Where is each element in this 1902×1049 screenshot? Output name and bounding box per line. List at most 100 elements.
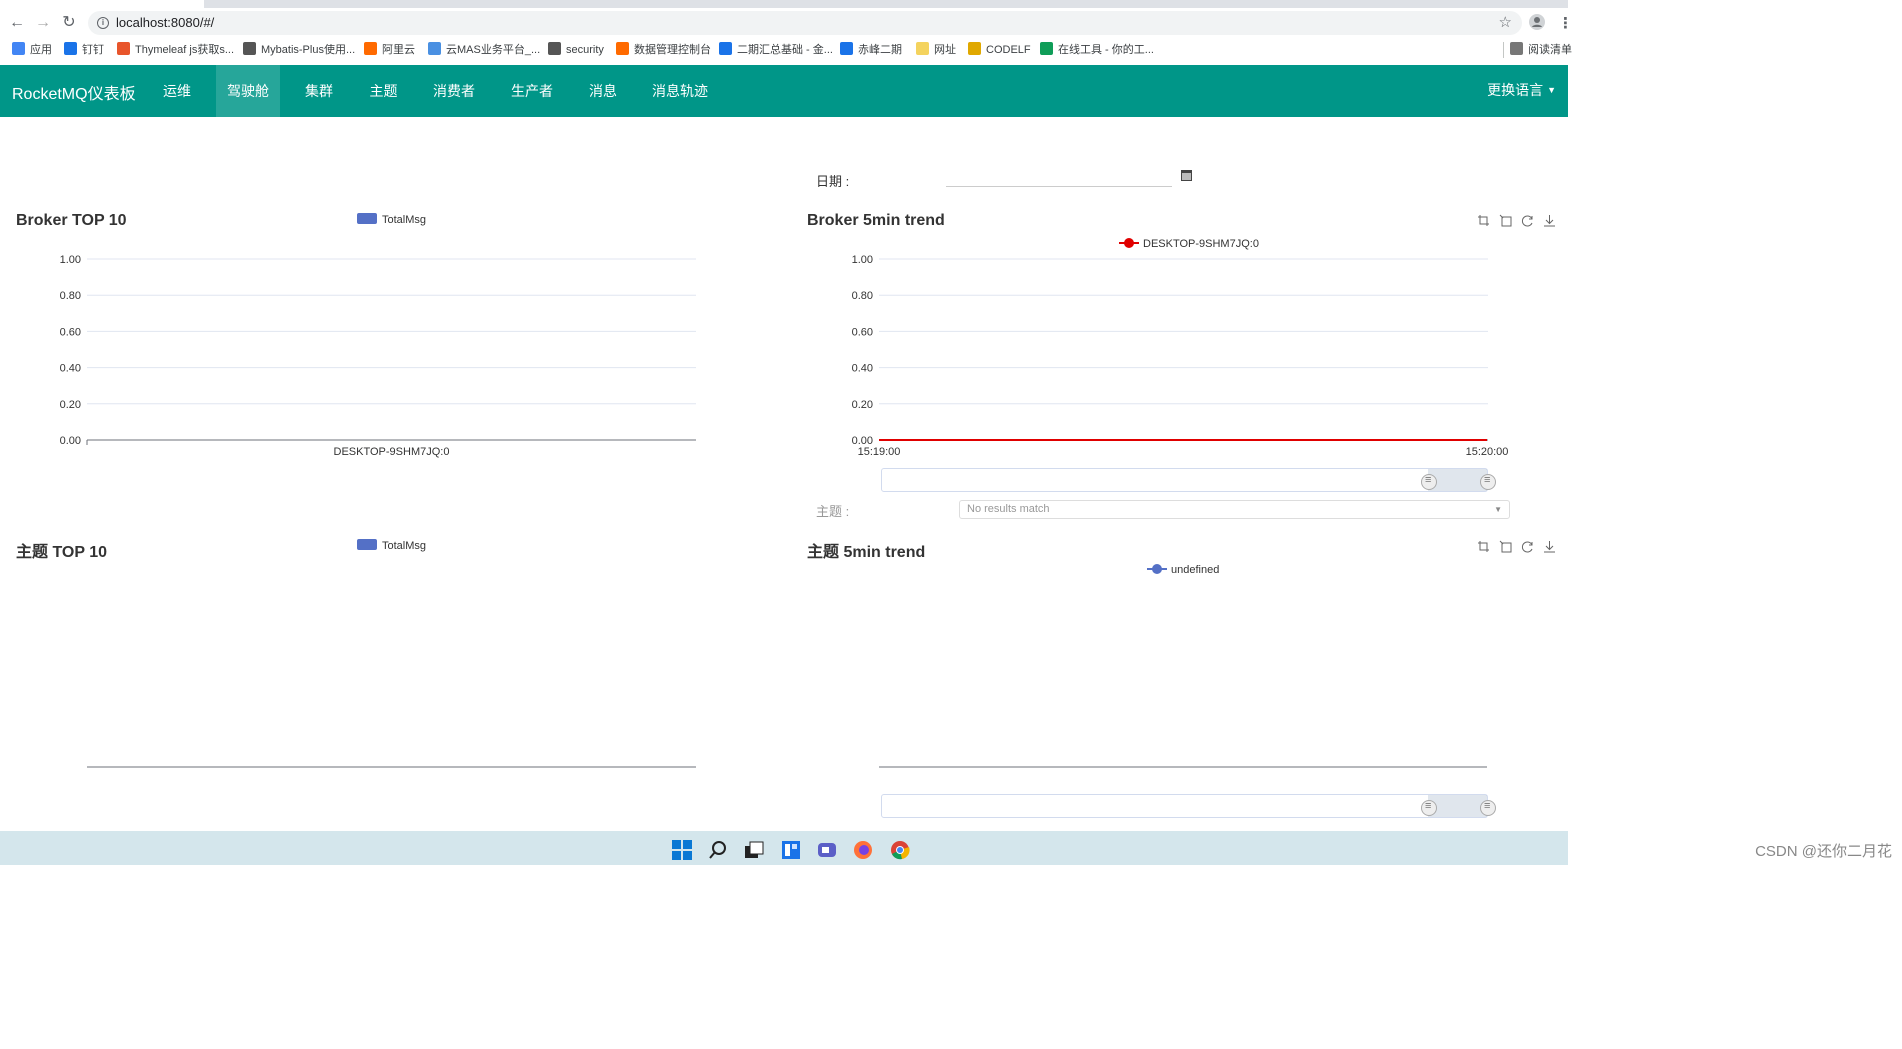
nav-item-6[interactable]: 生产者	[500, 65, 564, 117]
bookmark-label: security	[566, 44, 604, 56]
reload-icon[interactable]: ↻	[59, 13, 79, 33]
calendar-icon[interactable]	[1181, 170, 1192, 181]
search-icon[interactable]	[708, 840, 728, 860]
legend-label: TotalMsg	[382, 214, 427, 226]
bookmark-icon	[117, 42, 130, 55]
browser-toolbar: ← → ↻ i localhost:8080/#/ ☆ ⋮	[0, 8, 1573, 38]
windows-taskbar	[0, 831, 1568, 865]
nav-item-3[interactable]: 集群	[294, 65, 344, 117]
zoom-handle-end[interactable]	[1480, 474, 1496, 490]
topic-trend-zoom-slider[interactable]	[881, 794, 1496, 818]
bookmark-item[interactable]: 赤峰二期	[840, 42, 902, 58]
bookmark-label: 在线工具 - 你的工...	[1058, 44, 1154, 56]
broker-top-title: Broker TOP 10	[16, 212, 127, 229]
bookmark-star-icon[interactable]: ☆	[1499, 13, 1512, 31]
address-bar[interactable]: i localhost:8080/#/ ☆	[88, 11, 1522, 35]
bookmark-item[interactable]: 网址	[916, 42, 956, 58]
legend-label: TotalMsg	[382, 540, 427, 552]
bookmark-item[interactable]: CODELF	[968, 42, 1031, 58]
reading-list-label: 阅读清单	[1528, 44, 1572, 56]
nav-item-1[interactable]: 运维	[153, 65, 201, 117]
brand-title[interactable]: RocketMQ仪表板	[12, 80, 136, 104]
bookmark-icon	[916, 42, 929, 55]
windows-start-icon[interactable]	[672, 840, 692, 860]
nav-item-7[interactable]: 消息	[577, 65, 629, 117]
y-tick-label: 0.20	[60, 399, 81, 411]
nav-item-8[interactable]: 消息轨迹	[640, 65, 720, 117]
bookmark-label: 赤峰二期	[858, 44, 902, 56]
topic-select-placeholder: No results match	[967, 503, 1050, 515]
bookmarks-bar: 应用 钉钉 Thymeleaf js获取s... Mybatis-Plus使用... 阿…	[0, 38, 1568, 62]
nav-item-5[interactable]: 消费者	[422, 65, 486, 117]
topic-select[interactable]: No results match ▼	[959, 500, 1510, 519]
topic-trend-title: 主题 5min trend	[807, 544, 926, 561]
broker-trend-title: Broker 5min trend	[807, 212, 945, 229]
bookmark-item[interactable]: 二期汇总基础 - 金...	[719, 42, 833, 58]
bookmark-label: 云MAS业务平台_...	[446, 44, 541, 56]
widgets-icon[interactable]	[781, 840, 801, 860]
y-tick-label: 0.20	[852, 399, 873, 411]
bookmark-item[interactable]: 钉钉	[64, 42, 104, 58]
site-info-icon[interactable]: i	[97, 17, 109, 29]
browser-tab[interactable]	[0, 0, 204, 8]
nav-item-2[interactable]: 驾驶舱	[216, 65, 280, 117]
bookmark-item[interactable]: Mybatis-Plus使用...	[243, 42, 355, 58]
y-tick-label: 1.00	[60, 254, 81, 266]
topic-trend-toolbox	[1468, 540, 1556, 556]
back-icon[interactable]: ←	[7, 13, 27, 33]
chrome-icon[interactable]	[890, 840, 910, 860]
zoom-icon[interactable]	[1477, 540, 1490, 553]
bookmark-icon	[428, 42, 441, 55]
bookmark-item[interactable]: 在线工具 - 你的工...	[1040, 42, 1154, 58]
reading-list[interactable]: 阅读清单	[1510, 42, 1572, 58]
forward-icon[interactable]: →	[33, 13, 53, 33]
bookmark-icon	[364, 42, 377, 55]
language-dropdown[interactable]: 更换语言 ▼	[1487, 80, 1556, 100]
zoom-icon[interactable]	[1477, 214, 1490, 227]
nav-item-4[interactable]: 主题	[358, 65, 409, 117]
language-label: 更换语言	[1487, 82, 1544, 98]
bookmark-item[interactable]: security	[548, 42, 604, 58]
zoom-handle-start[interactable]	[1421, 474, 1437, 490]
bookmark-item[interactable]: Thymeleaf js获取s...	[117, 42, 234, 58]
y-tick-label: 0.40	[852, 363, 873, 375]
date-input[interactable]	[946, 166, 1172, 187]
bookmark-icon	[243, 42, 256, 55]
bookmark-item[interactable]: 应用	[12, 42, 52, 58]
y-tick-label: 0.80	[60, 290, 81, 302]
legend-swatch	[357, 213, 377, 224]
bookmark-item[interactable]: 阿里云	[364, 42, 415, 58]
profile-icon[interactable]	[1529, 14, 1545, 33]
bookmark-item[interactable]: 云MAS业务平台_...	[428, 42, 540, 58]
bookmark-icon	[719, 42, 732, 55]
broker-top-legend[interactable]: TotalMsg	[357, 213, 426, 226]
restore-icon[interactable]	[1521, 214, 1534, 227]
chat-icon[interactable]	[817, 840, 837, 860]
url-text[interactable]: localhost:8080/#/	[116, 15, 214, 30]
csdn-watermark: CSDN @还你二月花	[1755, 843, 1892, 860]
broker-top-chart: 0.00 0.20 0.40 0.60 0.80 1.00 DESKTOP-9SHM7JQ:…	[60, 254, 696, 458]
zoom-reset-icon[interactable]	[1499, 214, 1512, 227]
reading-list-icon	[1510, 42, 1523, 55]
download-icon[interactable]	[1543, 540, 1556, 553]
y-tick-label: 0.80	[852, 290, 873, 302]
bookmark-label: 应用	[30, 44, 52, 56]
y-tick-label: 0.60	[852, 326, 873, 338]
zoom-handle-end[interactable]	[1480, 800, 1496, 816]
zoom-handle-start[interactable]	[1421, 800, 1437, 816]
y-tick-label: 0.40	[60, 363, 81, 375]
topic-top-legend[interactable]: TotalMsg	[357, 539, 426, 552]
firefox-icon[interactable]	[853, 840, 873, 860]
bookmark-icon	[840, 42, 853, 55]
bookmark-label: 二期汇总基础 - 金...	[737, 44, 833, 56]
browser-menu-icon[interactable]: ⋮	[1558, 14, 1573, 32]
topic-label: 主题 :	[816, 504, 850, 519]
broker-trend-zoom-slider[interactable]	[881, 468, 1496, 492]
restore-icon[interactable]	[1521, 540, 1534, 553]
bookmark-label: Thymeleaf js获取s...	[135, 44, 235, 56]
download-icon[interactable]	[1543, 214, 1556, 227]
bookmark-item[interactable]: 数据管理控制台	[616, 42, 711, 58]
zoom-reset-icon[interactable]	[1499, 540, 1512, 553]
browser-tab-strip	[0, 0, 1568, 8]
task-view-icon[interactable]	[744, 840, 764, 860]
